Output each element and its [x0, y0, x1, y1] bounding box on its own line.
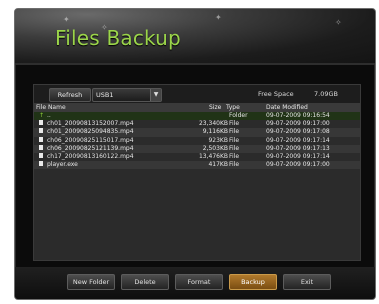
- column-header-type[interactable]: Type: [226, 103, 240, 112]
- refresh-button[interactable]: Refresh: [49, 88, 91, 102]
- parent-folder-icon: ↑: [39, 112, 45, 119]
- file-name: ch06_20090825121139.mp4: [47, 144, 134, 152]
- header-divider: [15, 63, 375, 65]
- file-table-body: ↑ .. Folder 09-07-2009 09:16:54 ch01_200…: [34, 112, 360, 170]
- file-size: 417KB: [208, 161, 228, 169]
- sparkle-decoration: ✧: [335, 18, 342, 27]
- file-size: 9,116KB: [202, 128, 228, 136]
- file-type: File: [229, 136, 240, 144]
- column-header-file-name[interactable]: File Name: [36, 103, 66, 112]
- table-row[interactable]: ch01_20090825094835.mp4 9,116KB File 09-…: [34, 128, 360, 137]
- file-name: ch01_20090813152007.mp4: [47, 120, 134, 128]
- delete-button[interactable]: Delete: [121, 274, 169, 290]
- free-space-value: 7.09GB: [314, 90, 338, 98]
- file-type: File: [229, 161, 240, 169]
- table-row[interactable]: ch17_20090813160122.mp4 13,476KB File 09…: [34, 152, 360, 161]
- backup-button[interactable]: Backup: [229, 274, 277, 290]
- file-icon: [39, 144, 43, 150]
- table-row[interactable]: ch06_20090825115017.mp4 923KB File 09-07…: [34, 136, 360, 145]
- chevron-down-icon[interactable]: ▼: [150, 89, 161, 101]
- file-date: 09-07-2009 09:17:00: [266, 120, 330, 128]
- table-row[interactable]: player.exe 417KB File 09-07-2009 09:17:0…: [34, 161, 360, 170]
- header-bar: ✦ ✧ ✦ ✧ Files Backup: [15, 9, 375, 63]
- file-date: 09-07-2009 09:16:54: [266, 112, 330, 119]
- file-icon: [39, 136, 43, 142]
- file-date: 09-07-2009 09:17:14: [266, 136, 330, 144]
- exit-button[interactable]: Exit: [283, 274, 331, 290]
- file-type: File: [229, 128, 240, 136]
- file-type: File: [229, 152, 240, 160]
- file-name: player.exe: [47, 161, 78, 169]
- files-backup-window: ✦ ✧ ✦ ✧ Files Backup Refresh USB1 ▼ Free…: [14, 8, 376, 300]
- file-table-header: File Name Size Type Date Modified: [34, 103, 360, 112]
- table-row[interactable]: ↑ .. Folder 09-07-2009 09:16:54: [34, 112, 360, 121]
- file-icon: [39, 161, 43, 167]
- page-title: Files Backup: [55, 26, 181, 50]
- file-size: 13,476KB: [198, 152, 228, 160]
- file-toolbar: Refresh USB1 ▼ Free Space 7.09GB: [34, 85, 360, 103]
- file-icon: [39, 120, 43, 126]
- sparkle-decoration: ✦: [215, 13, 222, 22]
- file-name: ..: [47, 112, 51, 119]
- file-type: File: [229, 144, 240, 152]
- sparkle-decoration: ✦: [63, 15, 70, 24]
- file-date: 09-07-2009 09:17:13: [266, 144, 330, 152]
- file-type: File: [229, 120, 240, 128]
- table-row[interactable]: ch06_20090825121139.mp4 2,503KB File 09-…: [34, 144, 360, 153]
- file-type: Folder: [229, 112, 248, 119]
- file-size: 2,503KB: [202, 144, 228, 152]
- file-date: 09-07-2009 09:17:14: [266, 152, 330, 160]
- footer-button-bar: New Folder Delete Format Backup Exit: [15, 267, 375, 299]
- new-folder-button[interactable]: New Folder: [67, 274, 115, 290]
- file-list-panel: Refresh USB1 ▼ Free Space 7.09GB File Na…: [33, 84, 361, 261]
- column-header-date-modified[interactable]: Date Modified: [266, 103, 308, 112]
- file-name: ch01_20090825094835.mp4: [47, 128, 134, 136]
- file-date: 09-07-2009 09:17:00: [266, 161, 330, 169]
- file-size: 923KB: [208, 136, 228, 144]
- table-row[interactable]: ch01_20090813152007.mp4 23,340KB File 09…: [34, 120, 360, 128]
- column-header-size[interactable]: Size: [209, 103, 221, 112]
- free-space-label: Free Space: [258, 90, 294, 98]
- format-button[interactable]: Format: [175, 274, 223, 290]
- device-select-value: USB1: [96, 91, 114, 99]
- device-select[interactable]: USB1 ▼: [92, 88, 162, 102]
- file-name: ch17_20090813160122.mp4: [47, 152, 134, 160]
- file-icon: [39, 128, 43, 134]
- file-icon: [39, 152, 43, 158]
- file-date: 09-07-2009 09:17:08: [266, 128, 330, 136]
- file-size: 23,340KB: [198, 120, 228, 128]
- file-name: ch06_20090825115017.mp4: [47, 136, 134, 144]
